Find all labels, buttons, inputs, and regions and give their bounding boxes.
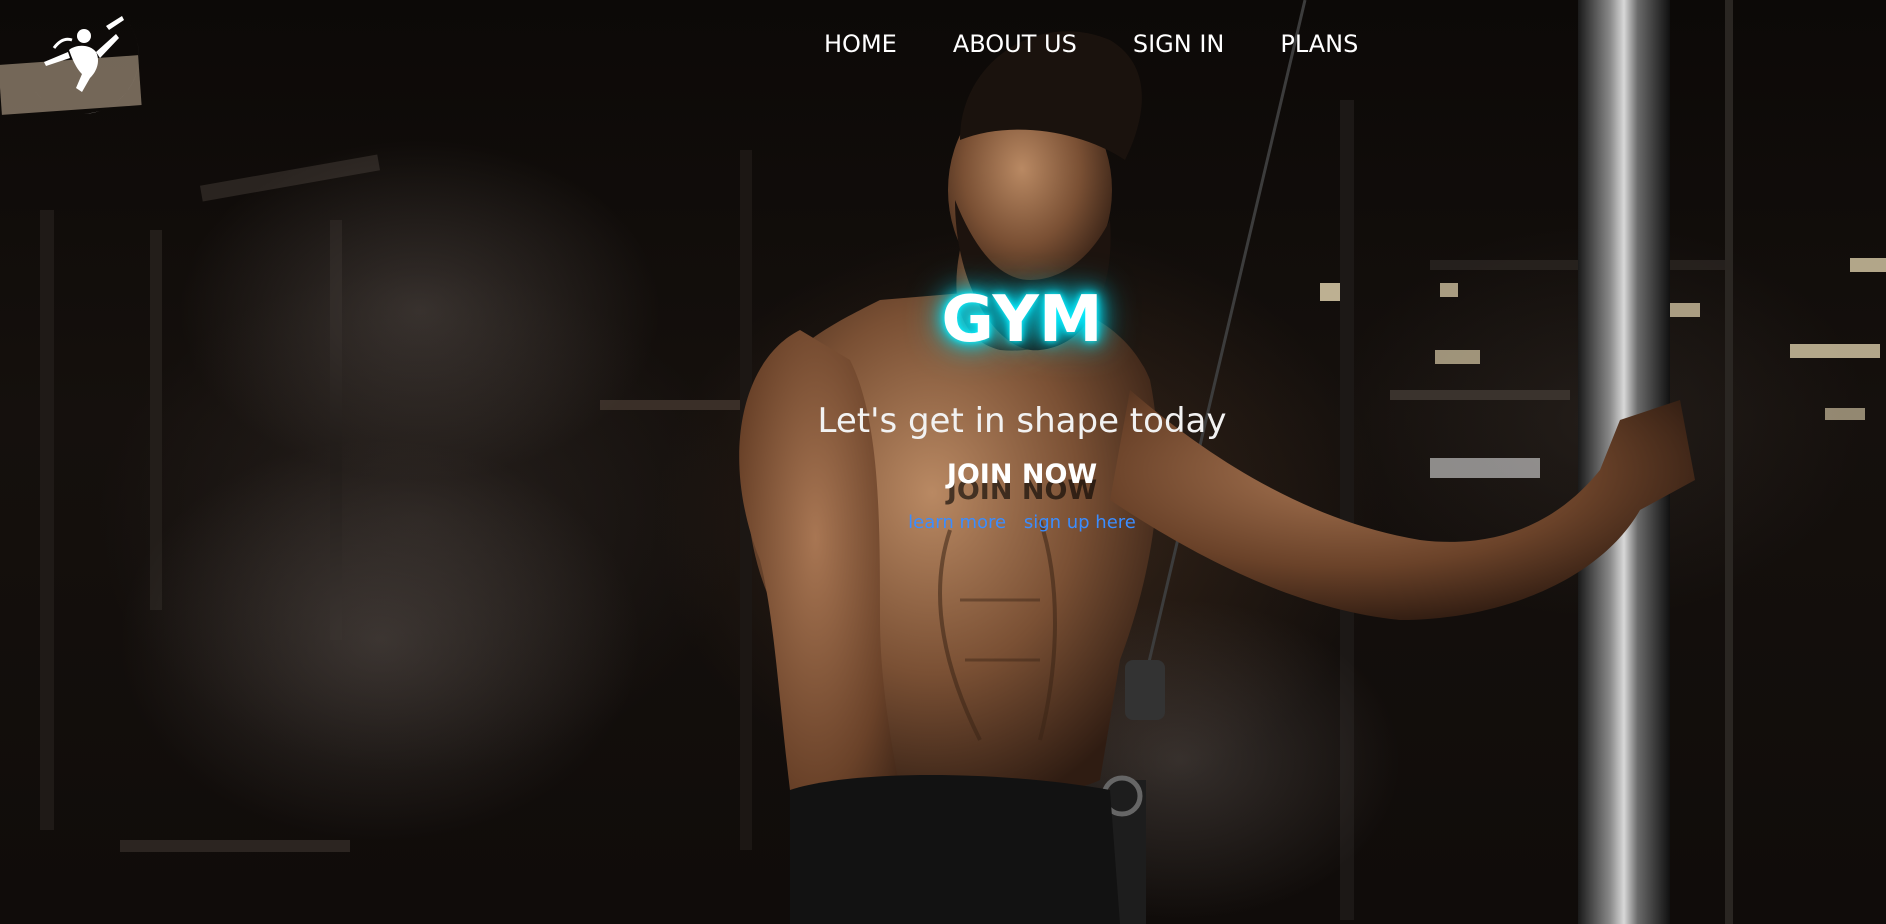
sign-up-link[interactable]: sign up here bbox=[1024, 512, 1136, 533]
hero-subtitle: Let's get in shape today bbox=[817, 401, 1227, 441]
join-now-button[interactable]: JOIN NOW bbox=[822, 458, 1222, 492]
hero-title: GYM bbox=[941, 283, 1103, 357]
hero-links: learn more sign up here bbox=[822, 510, 1222, 536]
hero-section: GYM Let's get in shape today JOIN NOW JO… bbox=[0, 0, 1886, 924]
join-now-container: JOIN NOW JOIN NOW bbox=[822, 458, 1222, 518]
learn-more-link[interactable]: learn more bbox=[908, 512, 1006, 533]
